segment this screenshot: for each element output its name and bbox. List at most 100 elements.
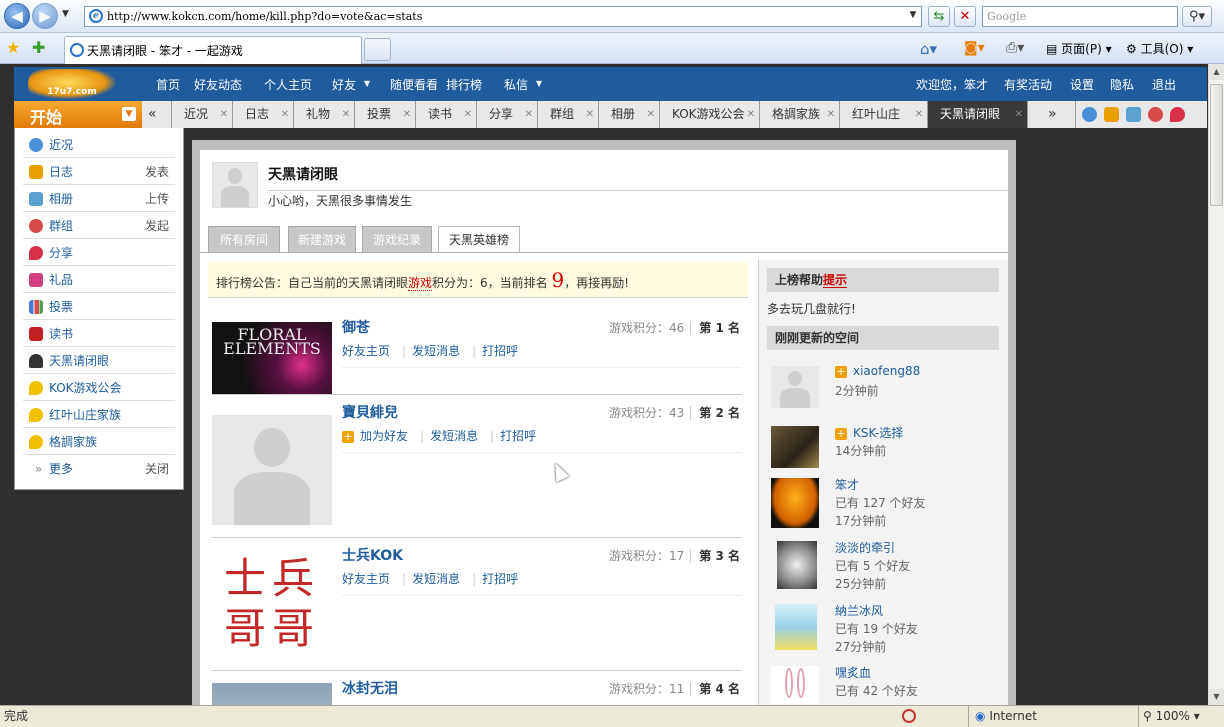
user-name-link[interactable]: 冰封无泪: [342, 678, 398, 698]
menu-sub-action[interactable]: 上传: [145, 186, 169, 212]
app-tab[interactable]: 群组 ✕: [538, 101, 599, 128]
album-icon[interactable]: [1126, 107, 1141, 122]
zoom-control[interactable]: ⚲ 100% ▾: [1138, 706, 1200, 727]
address-input[interactable]: e http://www.kokcn.com/home/kill.php?do=…: [84, 6, 922, 27]
forward-arrow-icon[interactable]: ▶: [32, 3, 58, 29]
favorites-star-icon[interactable]: ★: [6, 38, 20, 57]
start-menu-item[interactable]: 礼品: [23, 267, 175, 293]
close-icon[interactable]: ✕: [586, 101, 594, 128]
close-icon[interactable]: ✕: [827, 101, 835, 128]
app-tab[interactable]: 礼物 ✕: [294, 101, 355, 128]
messages-dropdown-icon[interactable]: ▼: [536, 79, 542, 88]
avatar[interactable]: [771, 478, 819, 528]
vertical-scrollbar[interactable]: ▲ ▼: [1208, 64, 1224, 705]
share-icon[interactable]: [1170, 107, 1185, 122]
friend-home-link[interactable]: 好友主页: [342, 572, 390, 586]
app-tab[interactable]: 投票 ✕: [355, 101, 416, 128]
nav-profile[interactable]: 个人主页: [264, 76, 312, 93]
avatar[interactable]: [771, 366, 819, 408]
tab-all-rooms[interactable]: 所有房间: [208, 226, 280, 252]
start-menu-item[interactable]: 格調家族: [23, 429, 175, 455]
avatar[interactable]: [771, 426, 819, 468]
greet-link[interactable]: 打招呼: [500, 429, 536, 443]
close-icon[interactable]: ✕: [747, 101, 755, 128]
start-menu-item[interactable]: 红叶山庄家族: [23, 402, 175, 428]
close-icon[interactable]: ✕: [281, 101, 289, 128]
home-icon[interactable]: ⌂▾: [920, 40, 937, 58]
scroll-thumb[interactable]: [1210, 84, 1223, 206]
nav-logout[interactable]: 退出: [1152, 76, 1176, 93]
send-message-link[interactable]: 发短消息: [430, 429, 478, 443]
stop-icon[interactable]: ✕: [954, 6, 976, 27]
blog-icon[interactable]: [1104, 107, 1119, 122]
user-thumbnail[interactable]: FLORAL ELEMENTS: [212, 322, 332, 394]
start-menu-item[interactable]: 读书: [23, 321, 175, 347]
search-icon[interactable]: ⚲▾: [1182, 6, 1212, 27]
app-tab[interactable]: 近况 ✕: [172, 101, 233, 128]
nav-friend-feed[interactable]: 好友动态: [194, 76, 242, 93]
nav-rewards[interactable]: 有奖活动: [1004, 76, 1052, 93]
user-thumbnail[interactable]: [212, 415, 332, 525]
send-message-link[interactable]: 发短消息: [412, 344, 460, 358]
nav-browse[interactable]: 随便看看: [390, 76, 438, 93]
start-menu-item[interactable]: 天黑请闭眼: [23, 348, 175, 374]
history-dropdown-icon[interactable]: ▼: [62, 9, 69, 19]
game-avatar[interactable]: [212, 162, 258, 208]
popup-blocker-icon[interactable]: [902, 709, 916, 723]
close-icon[interactable]: ✕: [342, 101, 350, 128]
app-tab[interactable]: 相册 ✕: [599, 101, 660, 128]
site-logo[interactable]: 17u7.com: [28, 69, 116, 99]
start-menu-item[interactable]: 分享: [23, 240, 175, 266]
user-name-link[interactable]: 淡淡的牵引: [835, 539, 895, 556]
add-favorites-icon[interactable]: ✚: [32, 38, 45, 57]
tools-menu[interactable]: ⚙ 工具(O) ▾: [1126, 40, 1193, 57]
start-menu-item[interactable]: 日志 发表: [23, 159, 175, 185]
user-name-link[interactable]: 士兵KOK: [342, 545, 403, 565]
nav-leaderboard[interactable]: 排行榜: [446, 76, 482, 93]
app-prev-button[interactable]: «: [142, 101, 172, 128]
nav-settings[interactable]: 设置: [1070, 76, 1094, 93]
scroll-up-arrow-icon[interactable]: ▲: [1209, 64, 1224, 80]
nav-privacy[interactable]: 隐私: [1110, 76, 1134, 93]
user-name-link[interactable]: 寶貝緋兒: [342, 402, 398, 422]
user-thumbnail[interactable]: [212, 683, 332, 705]
close-icon[interactable]: ✕: [525, 101, 533, 128]
greet-link[interactable]: 打招呼: [482, 344, 518, 358]
group-icon[interactable]: [1148, 107, 1163, 122]
avatar[interactable]: [771, 666, 819, 704]
tab-hero-ranking[interactable]: 天黑英雄榜: [438, 226, 520, 253]
close-icon[interactable]: ✕: [403, 101, 411, 128]
back-arrow-icon[interactable]: ◀: [4, 3, 30, 29]
friend-home-link[interactable]: 好友主页: [342, 344, 390, 358]
send-message-link[interactable]: 发短消息: [412, 572, 460, 586]
nav-friends[interactable]: 好友: [332, 76, 356, 93]
user-name-link[interactable]: + KSK-选择: [835, 424, 903, 441]
add-friend-link[interactable]: 加为好友: [360, 429, 408, 443]
close-icon[interactable]: ✕: [915, 101, 923, 128]
print-icon[interactable]: ⎙▾: [1006, 40, 1024, 56]
user-name-link[interactable]: + xiaofeng88: [835, 364, 920, 378]
start-menu-item[interactable]: 投票: [23, 294, 175, 320]
user-name-link[interactable]: 納兰冰风: [835, 602, 883, 619]
app-tab[interactable]: 日志 ✕: [233, 101, 294, 128]
nav-messages[interactable]: 私信: [504, 76, 528, 93]
start-menu-item[interactable]: 群组 发起: [23, 213, 175, 239]
nav-home[interactable]: 首页: [156, 76, 180, 93]
greet-link[interactable]: 打招呼: [482, 572, 518, 586]
start-menu-item[interactable]: 近况: [23, 132, 175, 158]
notice-game-link[interactable]: 游戏: [408, 276, 433, 291]
start-menu-more[interactable]: » 更多 关闭: [23, 456, 175, 482]
tab-game-records[interactable]: 游戏纪录: [362, 226, 432, 252]
start-menu-item[interactable]: KOK游戏公会: [23, 375, 175, 401]
browser-tab-active[interactable]: 天黑请闭眼 - 笨才 - 一起游戏: [64, 36, 362, 64]
app-tab[interactable]: 分享 ✕: [477, 101, 538, 128]
app-tab[interactable]: 格調家族 ✕: [760, 101, 840, 128]
app-tab-active[interactable]: 天黑请闭眼 ✕: [928, 101, 1028, 128]
app-next-button[interactable]: »: [1028, 101, 1076, 128]
user-name-link[interactable]: 御苍: [342, 317, 370, 337]
search-input[interactable]: Google: [982, 6, 1178, 27]
feeds-icon[interactable]: ◙▾: [964, 40, 985, 56]
user-name-link[interactable]: 笨才: [835, 476, 859, 493]
app-tab[interactable]: KOK游戏公会 ✕: [660, 101, 760, 128]
refresh-icon[interactable]: ⇆: [928, 6, 950, 27]
